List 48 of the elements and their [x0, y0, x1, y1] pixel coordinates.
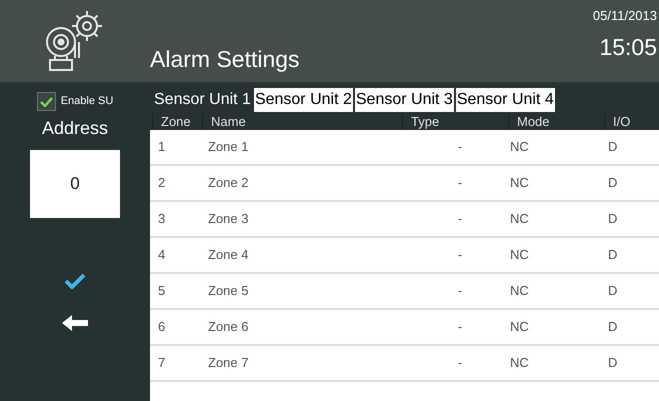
table-cell-text: 2 — [157, 174, 166, 192]
table-cell-text: 6 — [157, 318, 166, 336]
table-cell-text: Zone 7 — [207, 354, 250, 372]
date-text: 05/11/2013 — [592, 7, 657, 25]
table-cell-text: - — [457, 282, 464, 300]
check-icon — [40, 96, 53, 106]
table-cell-text: NC — [509, 174, 530, 192]
table-cell-text: - — [457, 318, 464, 336]
table-cell-text: 7 — [157, 354, 166, 372]
table-cell-text: 3 — [157, 210, 166, 228]
table-cell-text: D — [607, 210, 618, 228]
table-cell-text: NC — [509, 210, 530, 228]
table-cell-text: 5 — [157, 282, 166, 300]
table-cell-text: - — [457, 174, 464, 192]
left-arrow-icon — [62, 315, 88, 331]
enable-checkbox[interactable] — [36, 92, 56, 111]
sensor-unit-tab[interactable]: Sensor Unit 2 — [254, 88, 353, 112]
table-cell-text: D — [607, 138, 618, 156]
table-cell-text: NC — [509, 318, 530, 336]
table-cell-text: Zone 3 — [207, 210, 250, 228]
table-cell-text: 4 — [157, 246, 166, 264]
table-cell-text: Zone 6 — [207, 318, 250, 336]
page-title: Alarm Settings — [150, 44, 300, 74]
table-cell-text: NC — [509, 354, 530, 372]
table-cell-text: NC — [509, 246, 530, 264]
table-cell-text: NC — [509, 138, 530, 156]
table-cell-text: D — [607, 174, 618, 192]
address-label: Address — [42, 117, 108, 140]
table-cell-text: D — [607, 318, 618, 336]
table-cell-text: - — [457, 354, 464, 372]
table-cell-text: - — [457, 246, 464, 264]
table-cell-text: Zone 1 — [207, 138, 250, 156]
table-cell-text: D — [607, 246, 618, 264]
table-cell-text: Zone 4 — [207, 246, 250, 264]
table-cell-text: 1 — [157, 138, 166, 156]
table-cell-text: - — [457, 210, 464, 228]
table-cell-text: Zone 5 — [207, 282, 250, 300]
table-cell-text: D — [607, 354, 618, 372]
table-cell-text: D — [607, 282, 618, 300]
sensor-unit-tab[interactable]: Sensor Unit 4 — [456, 88, 555, 112]
address-field[interactable]: 0 — [30, 150, 120, 218]
table-cell-text: - — [457, 138, 464, 156]
table-cell-text: Zone 2 — [207, 174, 250, 192]
sensor-unit-tab[interactable]: Sensor Unit 3 — [354, 88, 454, 112]
table-cell-text: NC — [509, 282, 530, 300]
checkmark-icon — [64, 273, 86, 289]
enable-label: Enable SU — [60, 94, 114, 110]
time-text: 15:05 — [599, 32, 657, 62]
